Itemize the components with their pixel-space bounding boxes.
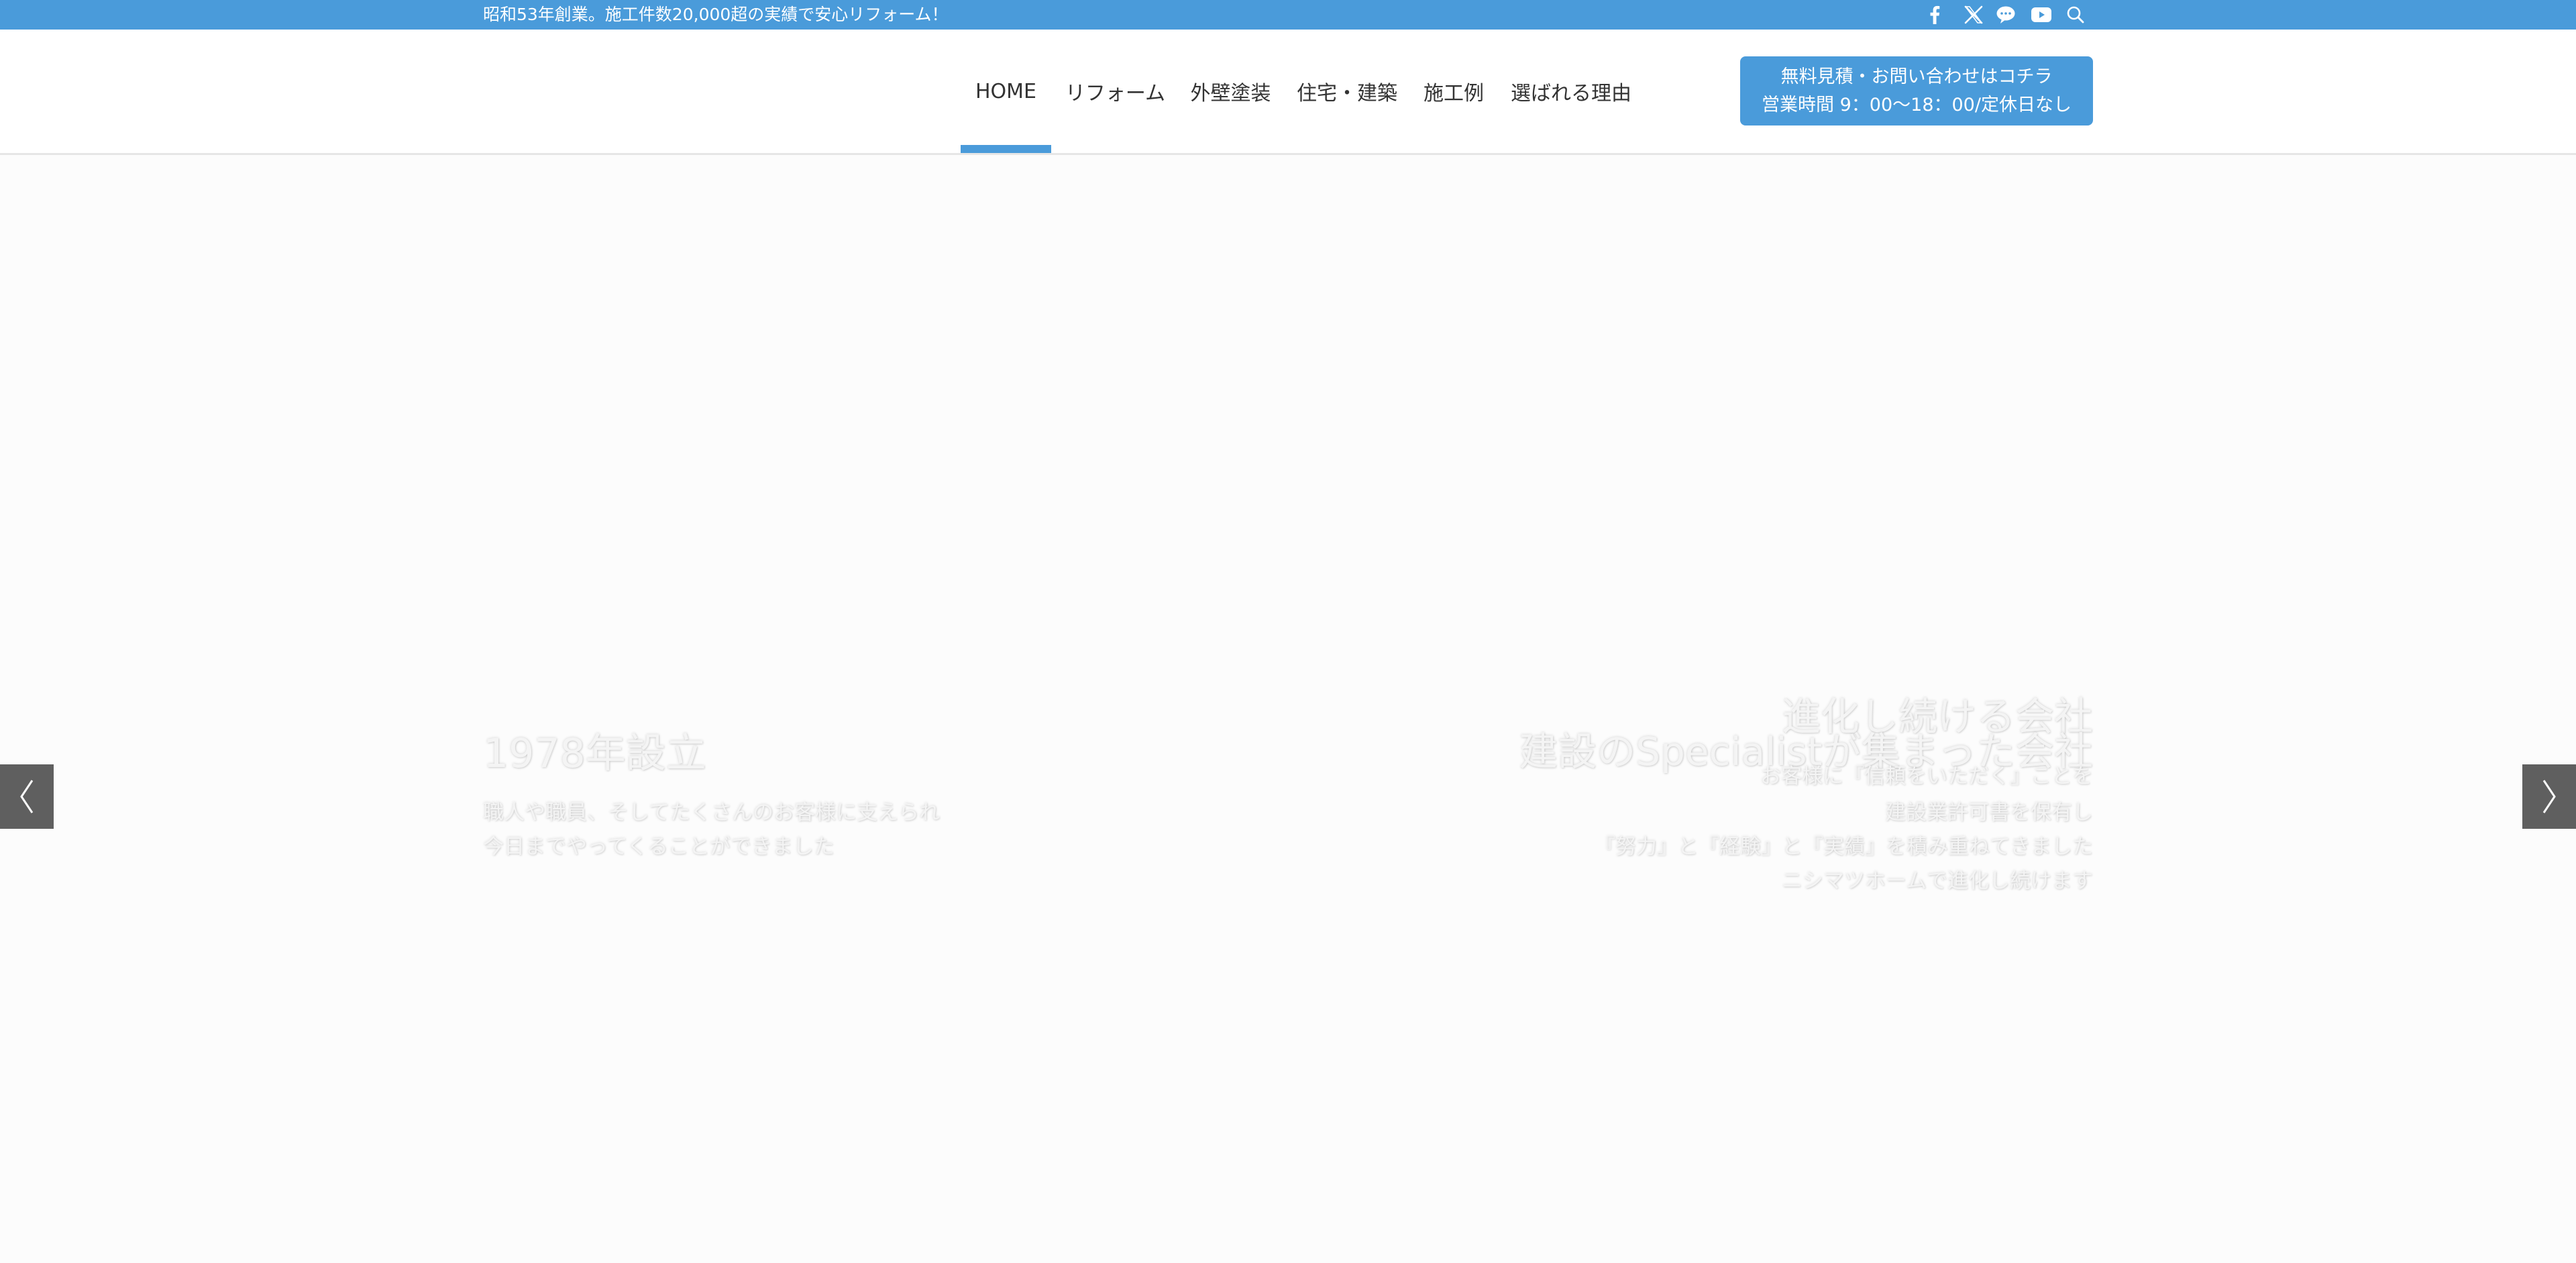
- nav-item-exterior-painting[interactable]: 外壁塗装: [1182, 30, 1279, 153]
- hero-left-line-1: 職人や職員、そしてたくさんのお客様に支えられ: [483, 801, 941, 825]
- announcement-text: 昭和53年創業。施工件数20,000超の実績で安心リフォーム！: [483, 5, 949, 24]
- nav-item-housing-construction[interactable]: 住宅・建築: [1291, 30, 1403, 153]
- page: 昭和53年創業。施工件数20,000超の実績で安心リフォーム！ HOME リフォ…: [0, 0, 2576, 1263]
- nav-item-reform[interactable]: リフォーム: [1060, 30, 1171, 153]
- line-icon[interactable]: [1992, 0, 2019, 30]
- hero-left-title: 1978年設立: [483, 730, 706, 777]
- hero-right-line-1: お客様に『信頼をいただく』ことを: [1760, 764, 2093, 789]
- hero-right-line-4: ニシマツホームで進化し続けます: [1781, 869, 2093, 893]
- hero-right-line-3: 『努力』と『経験』と『実績』を積み重ねてきました: [1594, 835, 2093, 859]
- nav-active-indicator: [961, 145, 1051, 153]
- chevron-left-icon: [20, 780, 34, 813]
- nav-item-reasons[interactable]: 選ばれる理由: [1504, 30, 1638, 153]
- hero-left-line-2: 今日までやってくることができました: [483, 835, 835, 859]
- x-icon[interactable]: [1959, 0, 1988, 30]
- youtube-icon[interactable]: [2027, 0, 2055, 30]
- slider-next-button[interactable]: [2522, 764, 2576, 829]
- site-header: HOME リフォーム 外壁塗装 住宅・建築 施工例 選ばれる理由 無料見積・お問…: [0, 30, 2576, 155]
- cta-line-2: 営業時間 9：00〜18：00/定休日なし: [1762, 94, 2072, 115]
- chevron-right-icon: [2542, 780, 2556, 813]
- hero-slider: 1978年設立 職人や職員、そしてたくさんのお客様に支えられ 今日までやってくる…: [0, 155, 2576, 1263]
- slider-prev-button[interactable]: [0, 764, 54, 829]
- cta-line-1: 無料見積・お問い合わせはコチラ: [1780, 66, 2053, 87]
- top-announcement-bar: 昭和53年創業。施工件数20,000超の実績で安心リフォーム！: [0, 0, 2576, 30]
- contact-cta-button[interactable]: 無料見積・お問い合わせはコチラ 営業時間 9：00〜18：00/定休日なし: [1740, 56, 2093, 125]
- hero-right-line-2: 建設業許可書を保有し: [1885, 801, 2093, 825]
- facebook-icon[interactable]: [1923, 0, 1947, 30]
- nav-item-works[interactable]: 施工例: [1415, 30, 1492, 153]
- nav-item-home[interactable]: HOME: [961, 30, 1051, 153]
- search-icon[interactable]: [2063, 0, 2088, 30]
